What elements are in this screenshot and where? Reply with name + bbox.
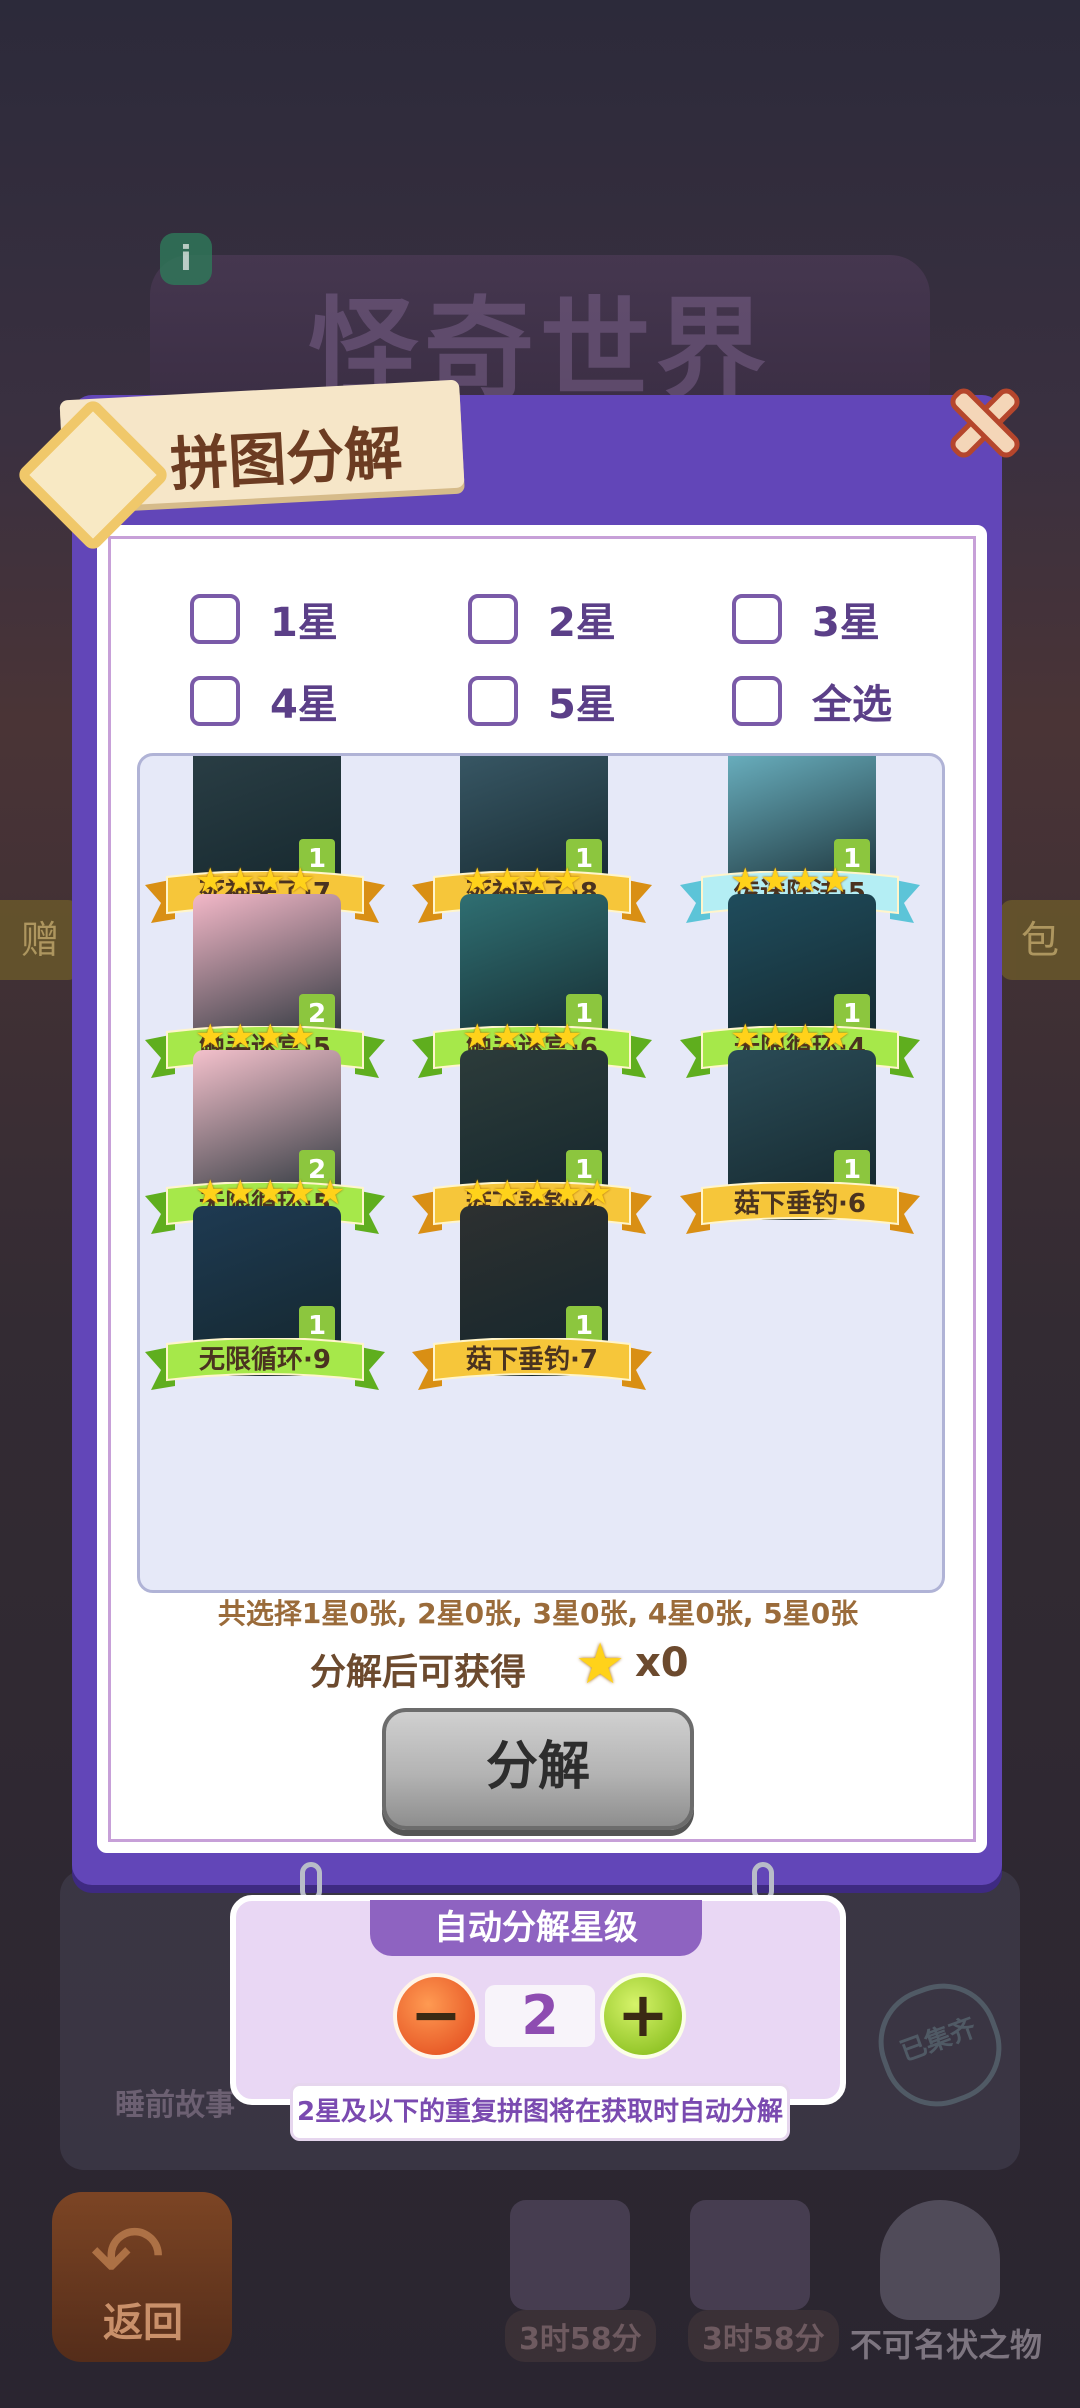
mystery-card-icon[interactable] [690, 2200, 810, 2310]
star-icon: ★ [790, 1017, 821, 1057]
star-icon: ★ [492, 861, 523, 901]
star-icon: ★ [462, 1017, 493, 1057]
checkbox[interactable] [732, 676, 782, 726]
star-icon: ★ [790, 861, 821, 901]
star-icon: ★ [492, 1173, 523, 1213]
star-icon: ★ [225, 1017, 256, 1057]
ghost-icon[interactable] [880, 2200, 1000, 2320]
filter-label: 1星 [270, 600, 338, 646]
increase-level-button[interactable]: + [600, 1973, 686, 2059]
checkbox[interactable] [468, 676, 518, 726]
filter-label: 5星 [548, 682, 616, 728]
close-icon [950, 388, 1020, 458]
gain-count: x0 [635, 1640, 689, 1686]
star-icon: ★ [285, 1173, 316, 1213]
filter-1-star[interactable]: 1星 [190, 590, 338, 648]
star-icon: ★ [315, 1173, 346, 1213]
star-icon: ★ [225, 1173, 256, 1213]
background-card-title: 睡前故事 [115, 2088, 235, 2123]
puzzle-card[interactable]: ★ ★ ★ ★ 1 菇下垂钓·6 [680, 1017, 920, 1252]
star-icon: ★ [462, 1173, 493, 1213]
star-icon: ★ [552, 861, 583, 901]
star-icon: ★ [462, 861, 493, 901]
star-icon: ★ [285, 1017, 316, 1057]
checkbox[interactable] [190, 676, 240, 726]
star-icon: ★ [285, 861, 316, 901]
gift-side-tab[interactable]: 赠 [0, 900, 80, 980]
auto-decompose-title: 自动分解星级 [370, 1900, 702, 1956]
dialog-title: 拼图分解 [168, 418, 404, 500]
star-icon: ★ [522, 861, 553, 901]
puzzle-card[interactable]: ★ ★ ★ ★ ★ 1 菇下垂钓·7 [412, 1173, 652, 1408]
star-icon: ★ [492, 1017, 523, 1057]
filter-2-star[interactable]: 2星 [468, 590, 616, 648]
puzzle-card[interactable]: ★ ★ ★ ★ ★ 1 无限循环·9 [145, 1173, 385, 1408]
star-icon: ★ [760, 861, 791, 901]
info-icon[interactable]: i [160, 233, 212, 285]
star-icon: ★ [730, 1017, 761, 1057]
filter-label: 全选 [812, 682, 892, 728]
minus-icon: − [410, 1978, 462, 2051]
ghost-label: 不可名状之物 [850, 2326, 1043, 2364]
pack-card-icon[interactable] [510, 2200, 630, 2310]
auto-decompose-hint: 2星及以下的重复拼图将在获取时自动分解 [290, 2083, 790, 2141]
checkbox[interactable] [732, 594, 782, 644]
decompose-button[interactable]: 分解 [382, 1708, 694, 1830]
star-icon: ★ [255, 861, 286, 901]
auto-level-value: 2 [485, 1985, 595, 2047]
filter-5-star[interactable]: 5星 [468, 672, 616, 730]
back-label: 返回 [103, 2300, 183, 2346]
star-icon: ★ [195, 861, 226, 901]
star-icon: ★ [255, 1017, 286, 1057]
decompose-label: 分解 [485, 1737, 590, 1797]
filter-label: 2星 [548, 600, 616, 646]
star-icon: ★ [195, 1173, 226, 1213]
timer-badge: 3时58分 [688, 2310, 839, 2362]
puzzle-grid[interactable]: 1 死神来了·7 1 死神来了·8 1 传送阵法·5 ★ ★ ★ ★ 2 触手迷宫·5 ★ ★ ★ ★ 1 触手迷… [137, 753, 945, 1593]
star-icon: ★ [225, 861, 256, 901]
puzzle-name: 无限循环·9 [199, 1345, 331, 1375]
decrease-level-button[interactable]: − [393, 1973, 479, 2059]
filter-4-star[interactable]: 4星 [190, 672, 338, 730]
gain-label: 分解后可获得 [310, 1652, 527, 1693]
close-button[interactable] [940, 378, 1030, 468]
star-icon: ★ [760, 1017, 791, 1057]
pack-side-tab[interactable]: 包 [1000, 900, 1080, 980]
puzzle-name: 菇下垂钓·7 [466, 1345, 598, 1375]
star-icon: ★ [552, 1173, 583, 1213]
star-icon: ★ [255, 1173, 286, 1213]
star-icon: ★ [820, 1017, 851, 1057]
star-icon: ★ [552, 1017, 583, 1057]
checkbox[interactable] [190, 594, 240, 644]
star-icon: ★ [195, 1017, 226, 1057]
star-icon: ★ [582, 1173, 613, 1213]
star-icon: ★ [575, 1632, 626, 1697]
timer-badge: 3时58分 [505, 2310, 656, 2362]
filter-3-star[interactable]: 3星 [732, 590, 880, 648]
star-icon: ★ [522, 1017, 553, 1057]
plus-icon: + [617, 1978, 669, 2051]
puzzle-name: 菇下垂钓·6 [734, 1189, 866, 1219]
checkbox[interactable] [468, 594, 518, 644]
filter-select-all[interactable]: 全选 [732, 672, 892, 730]
selection-summary: 共选择1星0张, 2星0张, 3星0张, 4星0张, 5星0张 [217, 1597, 859, 1630]
star-icon: ★ [820, 861, 851, 901]
filter-label: 3星 [812, 600, 880, 646]
filter-label: 4星 [270, 682, 338, 728]
star-icon: ★ [522, 1173, 553, 1213]
star-icon: ★ [730, 861, 761, 901]
